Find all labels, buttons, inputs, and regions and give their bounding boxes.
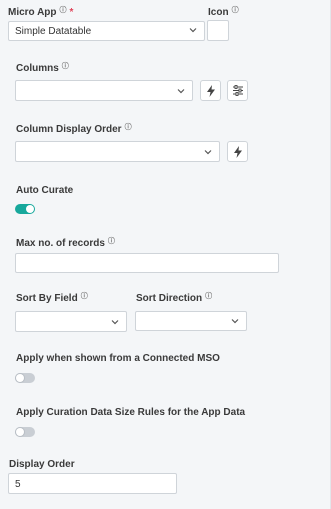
icon-picker[interactable] (207, 20, 229, 41)
info-icon: ⓘ (205, 293, 213, 300)
display-order-label: Display Order (9, 459, 75, 470)
columns-dynamic-button[interactable] (200, 80, 221, 101)
sort-by-field-label: Sort By Field ⓘ (16, 293, 88, 304)
column-display-order-select[interactable] (15, 141, 220, 162)
chevron-down-icon (189, 28, 197, 33)
curation-rules-label: Apply Curation Data Size Rules for the A… (16, 407, 246, 418)
column-display-order-dynamic-button[interactable] (227, 141, 248, 162)
required-marker: * (69, 7, 74, 18)
chevron-down-icon (177, 89, 185, 94)
icon-label: Icon ⓘ (208, 7, 239, 18)
max-records-label: Max no. of records ⓘ (16, 238, 115, 249)
lightning-icon (233, 145, 242, 158)
auto-curate-toggle[interactable] (15, 204, 35, 214)
sort-direction-select[interactable] (135, 311, 247, 331)
sliders-icon (232, 85, 243, 96)
sort-direction-label: Sort Direction ⓘ (136, 293, 213, 304)
columns-settings-button[interactable] (227, 80, 248, 101)
columns-label: Columns ⓘ (16, 63, 69, 74)
toggle-knob (26, 205, 34, 213)
toggle-knob (16, 374, 24, 382)
info-icon: ⓘ (124, 124, 132, 131)
info-icon: ⓘ (107, 238, 115, 245)
columns-select[interactable] (15, 80, 193, 101)
connected-mso-toggle[interactable] (15, 373, 35, 383)
micro-app-label: Micro App ⓘ * (8, 7, 74, 18)
info-icon: ⓘ (59, 7, 67, 14)
chevron-down-icon (204, 150, 212, 155)
chevron-down-icon (111, 320, 119, 325)
connected-mso-label: Apply when shown from a Connected MSO (16, 353, 220, 364)
max-records-input[interactable] (15, 253, 279, 273)
column-display-order-label: Column Display Order ⓘ (16, 124, 132, 135)
curation-rules-toggle[interactable] (15, 427, 35, 437)
lightning-icon (206, 84, 215, 97)
toggle-knob (16, 428, 24, 436)
micro-app-select[interactable]: Simple Datatable (8, 21, 205, 41)
display-order-input[interactable]: 5 (8, 473, 177, 494)
info-icon: ⓘ (80, 293, 88, 300)
auto-curate-label: Auto Curate (16, 185, 74, 196)
info-icon: ⓘ (61, 63, 69, 70)
sort-by-field-select[interactable] (15, 311, 127, 332)
display-order-value: 5 (15, 479, 21, 490)
info-icon: ⓘ (231, 7, 239, 14)
chevron-down-icon (231, 319, 239, 324)
micro-app-value: Simple Datatable (15, 26, 92, 37)
